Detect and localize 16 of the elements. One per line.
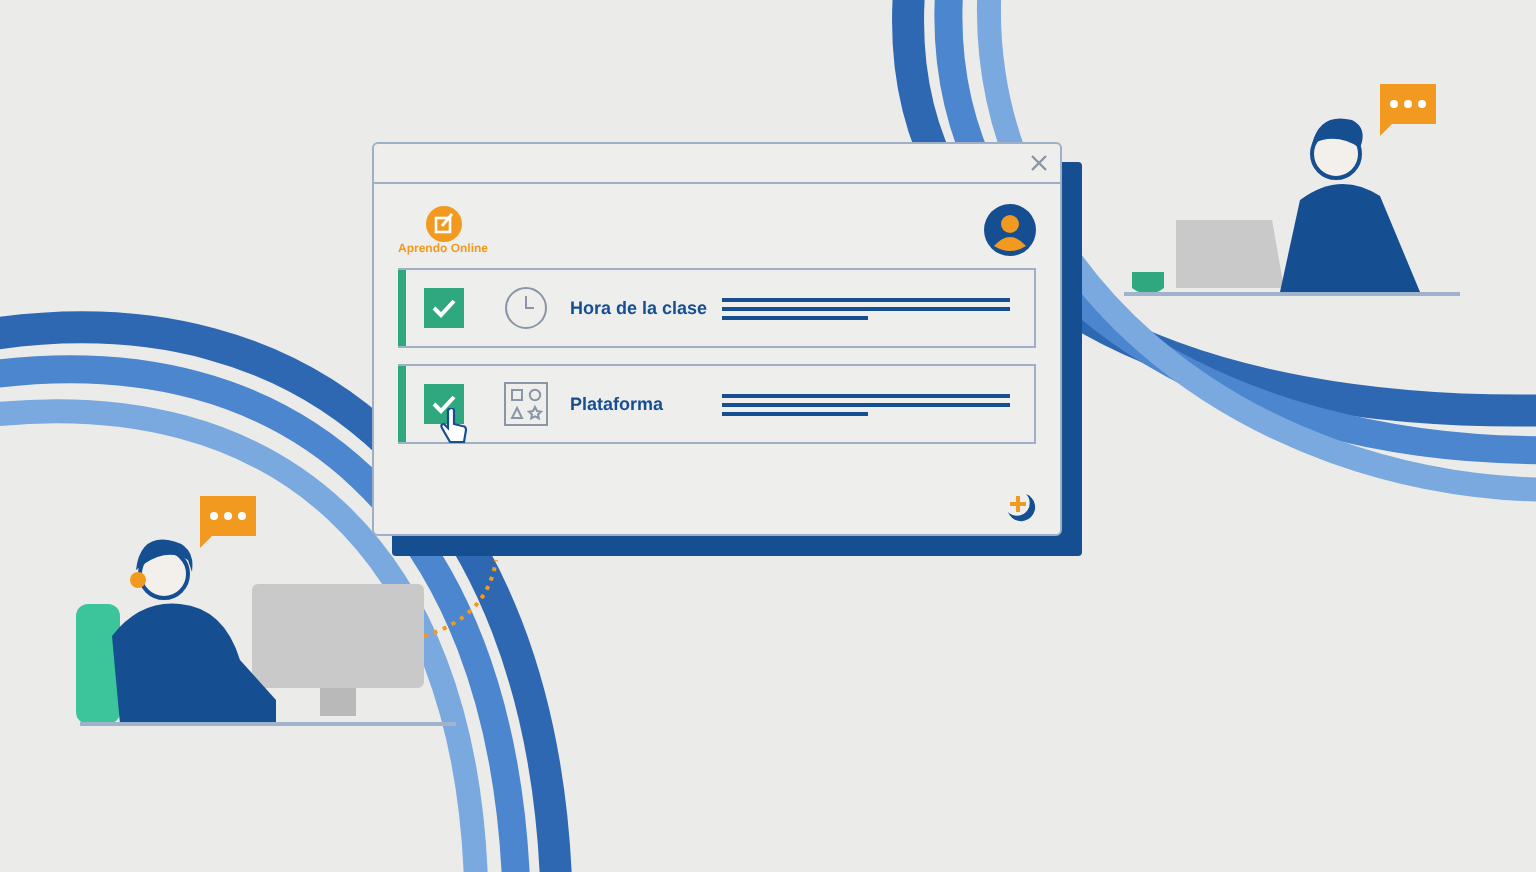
check-icon: [432, 298, 456, 318]
dotted-line: [423, 559, 498, 638]
row-label: Hora de la clase: [570, 296, 708, 320]
hand-cursor-icon: [440, 408, 468, 444]
edit-icon: [425, 205, 461, 241]
check-icon: [432, 394, 456, 414]
user-avatar-icon[interactable]: [984, 204, 1036, 256]
checkbox[interactable]: [424, 288, 464, 328]
close-icon[interactable]: [1030, 154, 1048, 172]
list-row[interactable]: Plataforma: [398, 364, 1036, 444]
plus-moon-icon[interactable]: [1004, 490, 1036, 522]
checkbox[interactable]: [424, 384, 464, 424]
shapes-icon: [504, 382, 548, 426]
row-label: Plataforma: [570, 392, 664, 416]
list-row[interactable]: Hora de la clase: [398, 268, 1036, 348]
clock-icon: [504, 286, 548, 330]
